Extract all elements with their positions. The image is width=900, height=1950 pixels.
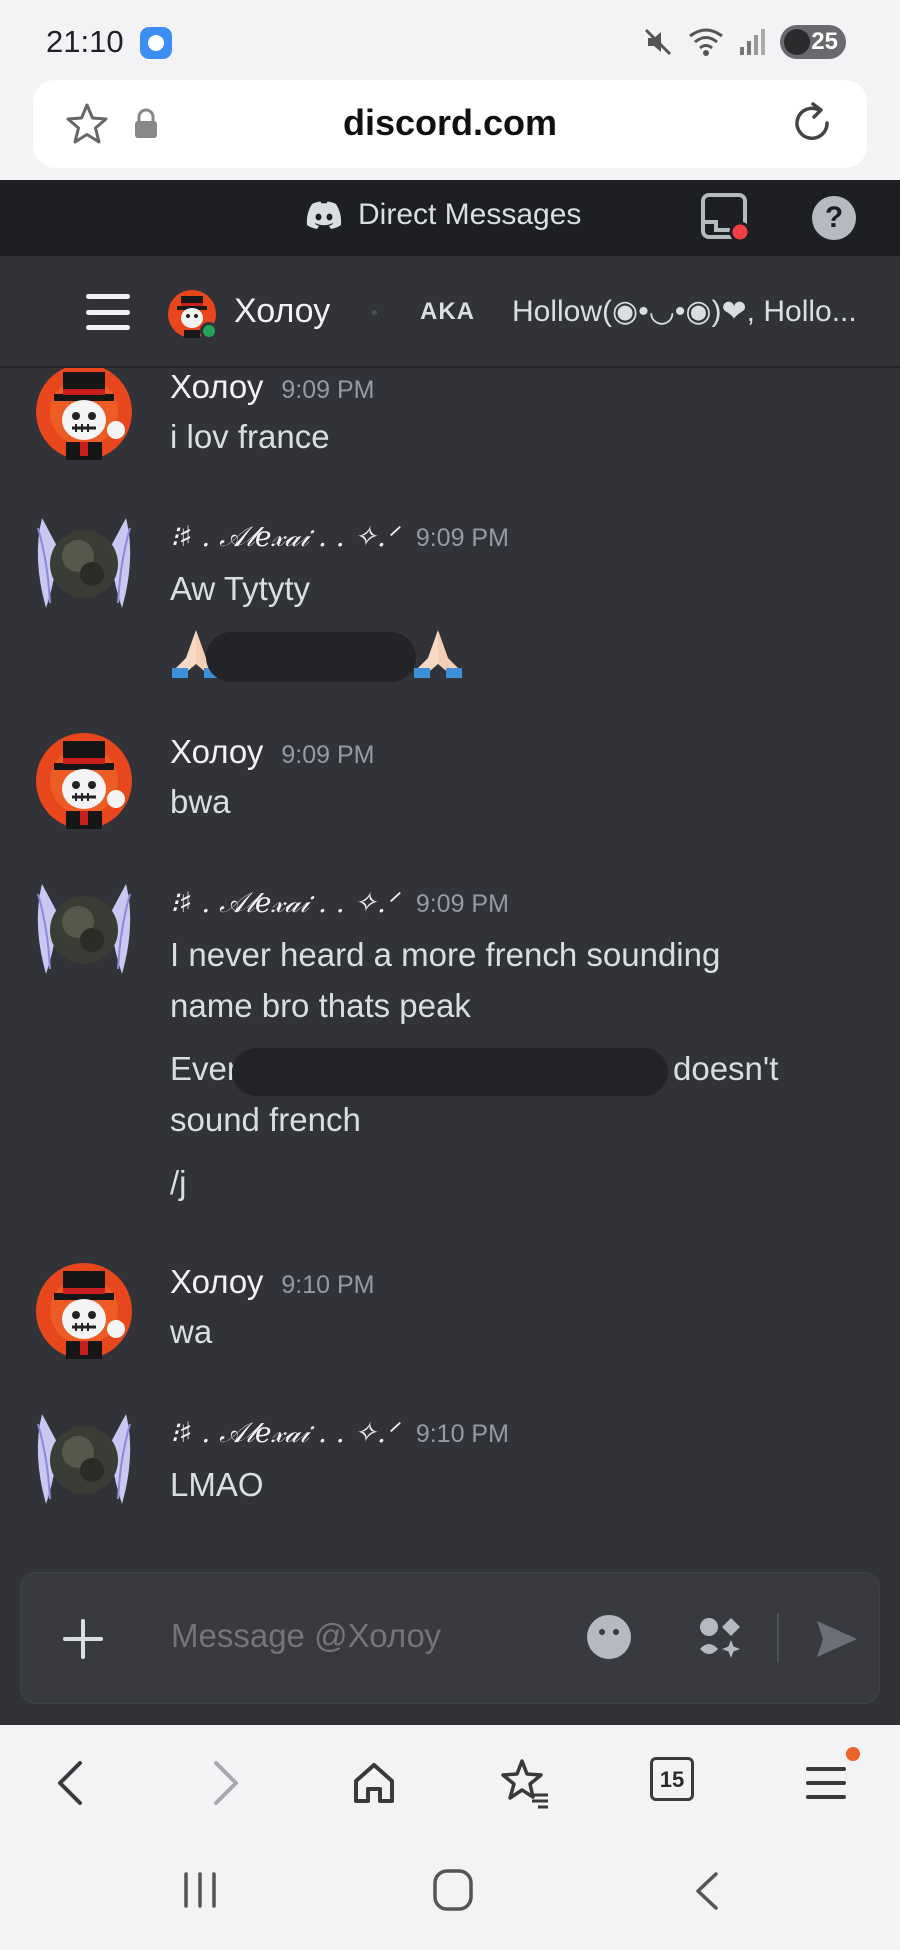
aka-badge: AKA [420, 298, 475, 325]
composer-divider [777, 1613, 779, 1663]
back-button[interactable] [44, 1755, 100, 1811]
message-timestamp: 9:10 PM [415, 1420, 509, 1448]
message-composer[interactable] [20, 1572, 880, 1704]
discord-logo-icon [306, 201, 342, 229]
message-timestamp: 9:09 PM [281, 741, 375, 769]
url-bar[interactable]: discord.com [33, 80, 867, 168]
user-avatar[interactable] [36, 368, 132, 460]
message-timestamp: 9:09 PM [415, 524, 509, 552]
home-icon [354, 1763, 394, 1803]
user-avatar[interactable] [28, 874, 140, 986]
online-status-dot [200, 322, 218, 340]
user-avatar[interactable] [28, 508, 140, 620]
message-text: I never heard a more french sounding [170, 936, 721, 973]
message-author[interactable]: Холоу [170, 368, 263, 406]
header-title: Direct Messages [358, 198, 582, 231]
redacted-scribble [206, 632, 416, 682]
emoji-picker-icon[interactable] [587, 1615, 631, 1659]
recent-apps-icon[interactable] [178, 1870, 222, 1910]
add-attachment-icon[interactable] [59, 1615, 107, 1663]
reload-icon[interactable] [787, 98, 837, 148]
direct-messages-title[interactable]: Direct Messages [306, 198, 581, 232]
help-icon[interactable]: ? [812, 196, 856, 240]
mute-icon [644, 28, 672, 56]
message-text: Aw Tytyty [170, 570, 310, 607]
message-input[interactable] [171, 1617, 571, 1655]
redacted-scribble [232, 1048, 668, 1096]
send-icon[interactable] [813, 1615, 861, 1663]
message-text: bwa [170, 783, 231, 820]
status-icons: 25 [642, 22, 846, 62]
menu-button[interactable] [798, 1755, 854, 1811]
message-text: LMAO [170, 1466, 264, 1503]
back-nav-icon[interactable] [690, 1870, 724, 1912]
user-avatar[interactable] [36, 733, 132, 829]
message-text: sound french [170, 1101, 361, 1138]
message-text: wa [170, 1313, 213, 1350]
message-list[interactable]: Холоу 9:09 PM i lov france ⁝♯ . 𝒜𝓁𝑒𝓍𝒶𝒾 .… [0, 368, 900, 1725]
chevron-right-icon [214, 1761, 238, 1805]
status-time: 21:10 [46, 24, 124, 59]
channel-header: Холоу AKA Hollow(◉•◡•◉)❤, Hollo... [0, 256, 900, 368]
aka-names[interactable]: Hollow(◉•◡•◉)❤, Hollo... [512, 294, 862, 329]
battery-indicator: 25 [780, 25, 846, 59]
user-avatar[interactable] [36, 1263, 132, 1359]
header-separator [372, 310, 377, 315]
battery-level: 25 [811, 28, 838, 55]
apps-icon[interactable] [697, 1615, 743, 1661]
message-text: /j [170, 1164, 187, 1201]
system-nav-bar [0, 1840, 900, 1950]
inbox-icon[interactable] [700, 192, 752, 244]
message-author[interactable]: ⁝♯ . 𝒜𝓁𝑒𝓍𝒶𝒾 . . ✧.ᐟ [170, 520, 398, 554]
message-text: name bro thats peak [170, 987, 471, 1024]
message-author[interactable]: Холоу [170, 733, 263, 771]
menu-icon [806, 1767, 846, 1799]
message-author[interactable]: ⁝♯ . 𝒜𝓁𝑒𝓍𝒶𝒾 . . ✧.ᐟ [170, 1416, 398, 1450]
notification-app-icon [140, 27, 172, 59]
channel-name[interactable]: Холоу [234, 292, 330, 331]
home-nav-icon[interactable] [432, 1868, 474, 1912]
message-timestamp: 9:09 PM [281, 376, 375, 404]
hamburger-menu-icon[interactable] [86, 294, 130, 330]
discord-top-header: Direct Messages ? [0, 180, 900, 256]
message-text: doesn't [673, 1050, 779, 1087]
praying-hands-emoji-icon [414, 630, 462, 678]
message-text: i lov france [170, 418, 330, 455]
bookmarks-star-icon [501, 1759, 548, 1809]
url-text[interactable]: discord.com [33, 102, 867, 144]
message-author[interactable]: Холоу [170, 1263, 263, 1301]
user-avatar[interactable] [28, 1404, 140, 1516]
wifi-icon [689, 28, 723, 56]
tabs-button[interactable]: 15 [650, 1757, 694, 1801]
bookmarks-button[interactable] [496, 1755, 552, 1811]
menu-notification-dot [846, 1747, 860, 1761]
home-button[interactable] [346, 1755, 402, 1811]
composer-bottom-strip [0, 1704, 900, 1725]
message-timestamp: 9:10 PM [281, 1271, 375, 1299]
status-bar: 21:10 25 [0, 0, 900, 80]
forward-button[interactable] [196, 1755, 252, 1811]
signal-icon [740, 29, 765, 55]
message-timestamp: 9:09 PM [415, 890, 509, 918]
browser-address-area: discord.com [0, 80, 900, 180]
chevron-left-icon [58, 1761, 82, 1805]
browser-toolbar: 15 [0, 1725, 900, 1840]
message-author[interactable]: ⁝♯ . 𝒜𝓁𝑒𝓍𝒶𝒾 . . ✧.ᐟ [170, 886, 398, 920]
